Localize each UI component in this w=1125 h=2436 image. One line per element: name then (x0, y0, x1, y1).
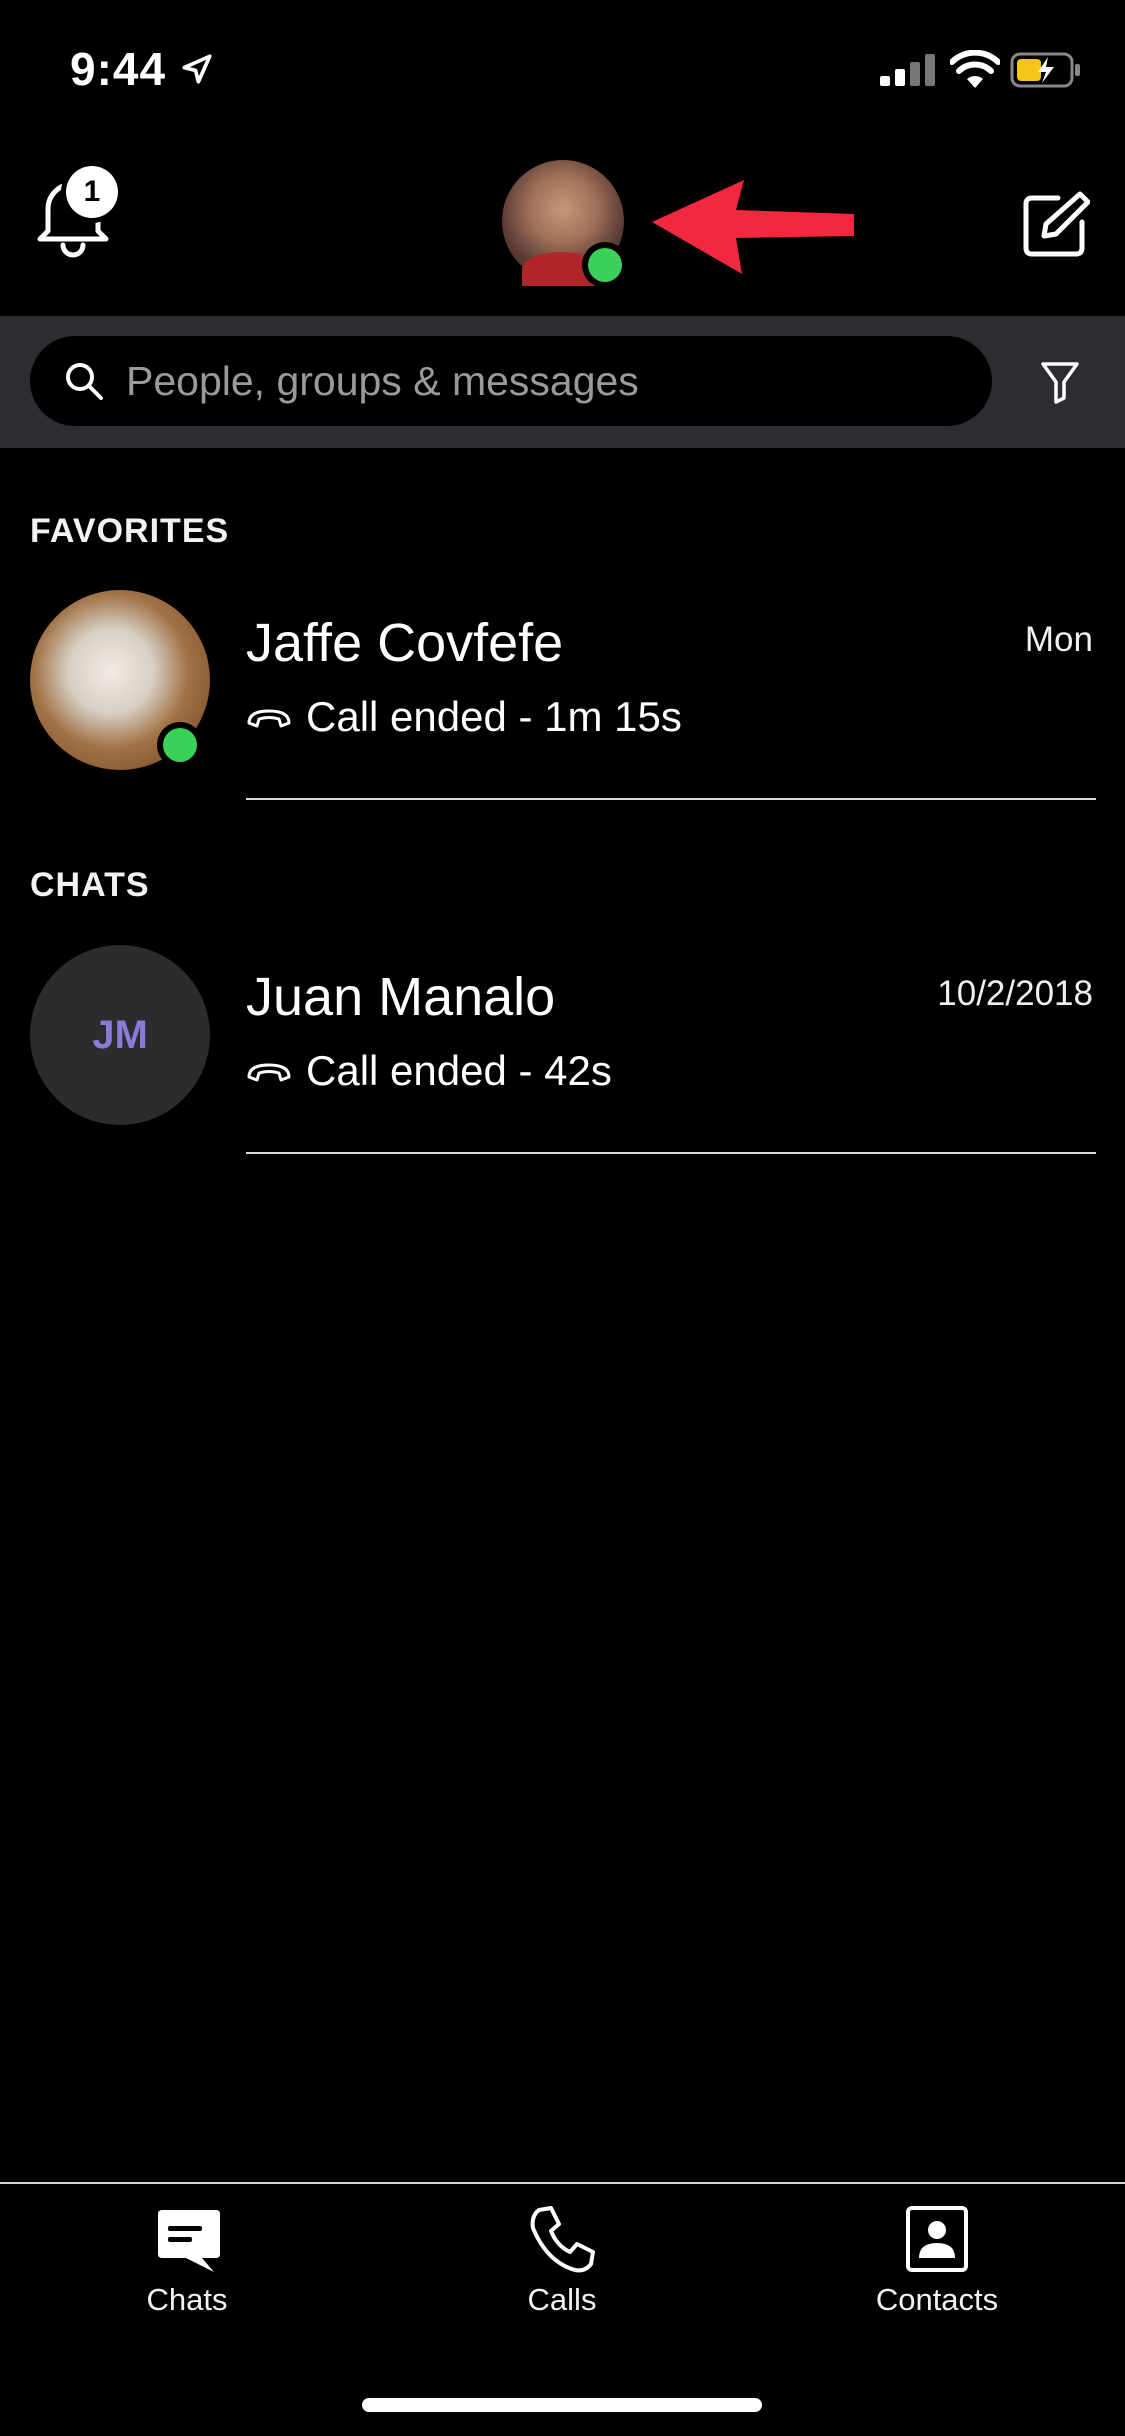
my-presence-indicator (588, 248, 622, 282)
call-ended-icon (247, 709, 291, 728)
tab-contacts[interactable]: Contacts (837, 2204, 1037, 2318)
search-placeholder: People, groups & messages (126, 357, 639, 404)
contact-card-icon (906, 2206, 968, 2272)
compose-new-chat-icon[interactable] (1022, 190, 1090, 258)
row-divider (246, 798, 1096, 800)
tab-chats-label: Chats (146, 2282, 228, 2317)
battery-charging-icon (1010, 52, 1080, 88)
contact-last-activity: Call ended - 1m 15s (246, 693, 682, 741)
contact-avatar-initials[interactable]: JM (30, 945, 210, 1125)
notification-badge: 1 (66, 166, 118, 218)
chat-status-text: Call ended - 42s (306, 1047, 612, 1094)
search-icon (66, 363, 103, 400)
status-time: 9:44 (70, 43, 167, 95)
home-indicator[interactable] (362, 2398, 762, 2412)
tab-chats[interactable]: Chats (87, 2204, 287, 2318)
filter-icon[interactable] (1040, 360, 1080, 404)
chat-name[interactable]: Juan Manalo (246, 966, 555, 1028)
chat-bubble-icon (158, 2210, 220, 2272)
red-arrow-annotation (652, 180, 854, 274)
contact-date: Mon (1024, 620, 1093, 659)
contact-status-text: Call ended - 1m 15s (306, 693, 682, 740)
phone-icon (530, 2206, 595, 2273)
contact-name[interactable]: Jaffe Covfefe (246, 612, 563, 674)
favorites-section-title: FAVORITES (30, 512, 230, 550)
location-arrow-icon (182, 54, 212, 84)
tab-contacts-label: Contacts (875, 2282, 999, 2317)
call-ended-icon (247, 1063, 291, 1082)
contact-presence-indicator (163, 728, 197, 762)
row-divider (246, 1152, 1096, 1154)
chat-date: 10/2/2018 (937, 974, 1093, 1013)
chats-section-title: CHATS (30, 866, 150, 904)
tab-calls-label: Calls (527, 2282, 597, 2317)
tab-calls[interactable]: Calls (462, 2204, 662, 2318)
avatar-initials: JM (92, 1012, 148, 1057)
wifi-icon (950, 50, 1000, 88)
tab-bar-divider (0, 2182, 1125, 2184)
chat-last-activity: Call ended - 42s (246, 1047, 612, 1095)
cellular-signal-icon (880, 54, 935, 86)
search-input[interactable]: People, groups & messages (30, 336, 992, 426)
